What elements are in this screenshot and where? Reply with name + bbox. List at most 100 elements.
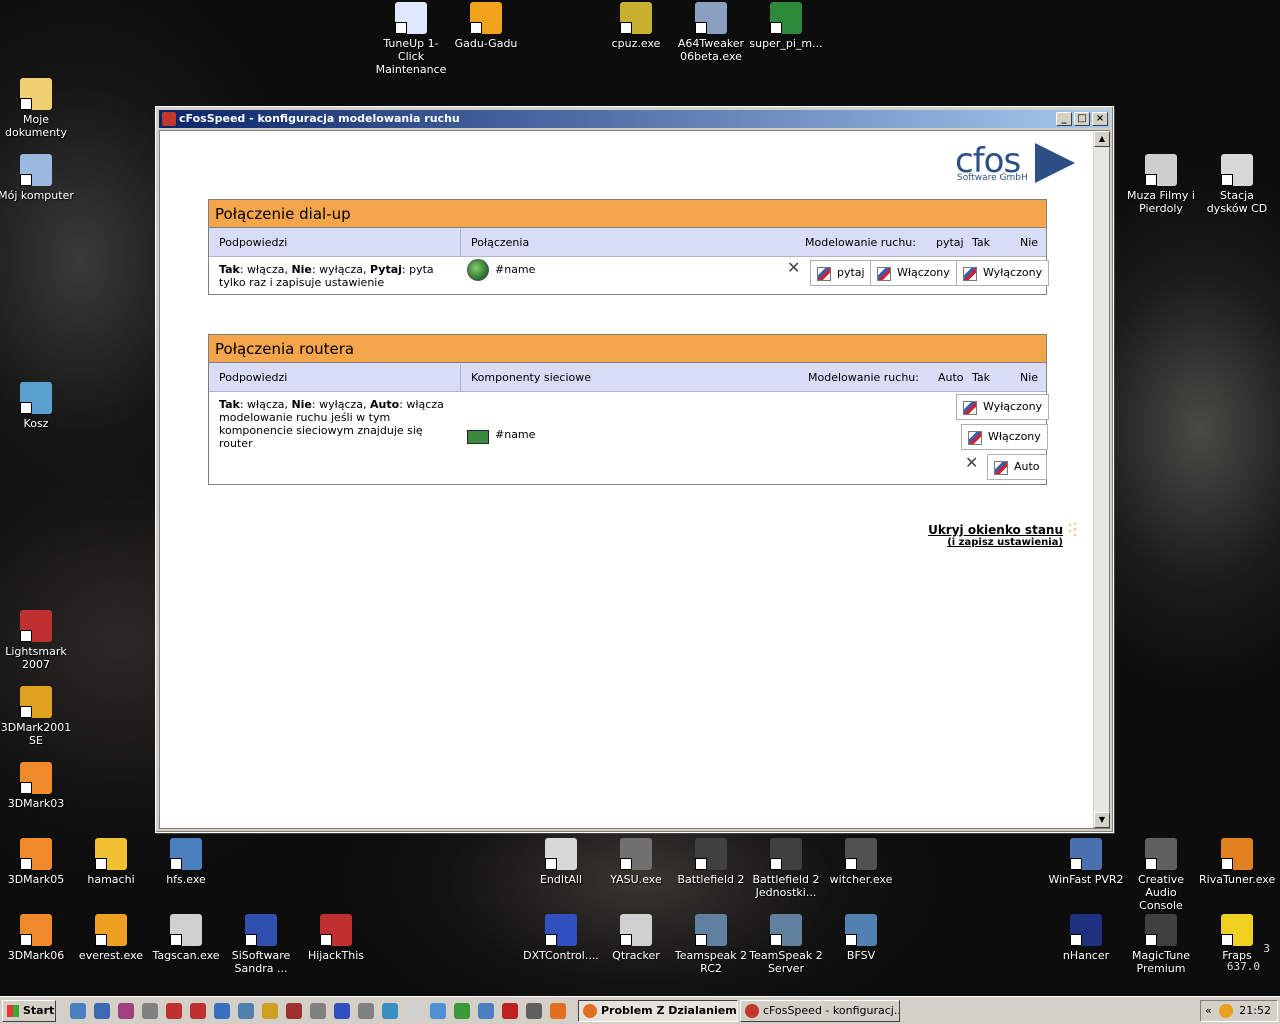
dialup-connection-name: #name [495,263,536,276]
quick-launch-icon[interactable] [190,1003,206,1019]
desktop-icon-label: hfs.exe [166,873,206,886]
desktop-icon-label: BFSV [846,949,876,962]
quick-launch-icon[interactable] [94,1003,110,1019]
computer-icon [20,154,52,186]
settings-tool-icon[interactable]: ✕ [787,259,805,277]
quick-launch-icon[interactable] [214,1003,230,1019]
quick-launch-icon[interactable] [454,1003,470,1019]
quick-launch-icon[interactable] [142,1003,158,1019]
desktop-icon[interactable]: Mój komputer [0,154,74,202]
desktop-icon-label: Muza Filmy i Pierdoly [1127,189,1195,215]
desktop-icon[interactable]: HijackThis [298,914,374,962]
desktop-icon-label: everest.exe [78,949,144,962]
desktop-icon[interactable]: Moje dokumenty [0,78,74,139]
quick-launch-icon[interactable] [262,1003,278,1019]
quick-launch-icon[interactable] [118,1003,134,1019]
quick-launch-icon[interactable] [310,1003,326,1019]
desktop-icon[interactable]: witcher.exe [823,838,899,886]
quick-launch-icon[interactable] [286,1003,302,1019]
hide-status-link[interactable]: Ukryj okienko stanu (i zapisz ustawienia… [928,523,1063,548]
futuremark-icon [20,762,52,794]
desktop-icon[interactable]: Lightsmark 2007 [0,610,74,671]
desktop-icon[interactable]: super_pi_m... [748,2,824,50]
desktop-icon[interactable]: Battlefield 2 Jednostki... [748,838,824,899]
quick-launch-icon[interactable] [334,1003,350,1019]
desktop-icon[interactable]: YASU.exe [598,838,674,886]
desktop-icon[interactable]: nHancer [1048,914,1124,962]
desktop-icon-label: Creative Audio Console [1137,873,1185,912]
quick-launch-icon[interactable] [358,1003,374,1019]
quick-launch-icon[interactable] [526,1003,542,1019]
desktop-icon[interactable]: Tagscan.exe [148,914,224,962]
router-panel-title: Połączenia routera [209,335,1046,363]
close-button[interactable]: × [1092,112,1108,126]
dialup-row: Tak: włącza, Nie: wyłącza, Pytaj: pyta t… [209,257,1050,294]
save-settings-link-text[interactable]: (i zapisz ustawienia) [928,537,1063,548]
quick-launch-icon[interactable] [550,1003,566,1019]
desktop-icon[interactable]: Battlefield 2 [673,838,749,886]
quick-launch-icon[interactable] [238,1003,254,1019]
desktop-icon-label: witcher.exe [829,873,893,886]
desktop-icon-label: 3DMark05 [7,873,65,886]
cfosspeed-window: cFosSpeed - konfiguracja modelowania ruc… [155,106,1114,833]
quick-launch-icon[interactable] [502,1003,518,1019]
router-on-button[interactable]: Włączony [961,424,1048,450]
hide-status-link-text[interactable]: Ukryj okienko stanu [928,523,1063,537]
start-button[interactable]: Start [2,1000,56,1022]
desktop-icon[interactable]: 3DMark2001 SE [0,686,74,747]
desktop-icon[interactable]: Teamspeak 2 RC2 [673,914,749,975]
maximize-button[interactable]: □ [1074,112,1090,126]
scroll-down-button[interactable]: ▼ [1094,812,1110,828]
desktop-icon[interactable]: TeamSpeak 2 Server [748,914,824,975]
taskbar-item-cfosspeed[interactable]: cFosSpeed - konfiguracj... [740,1000,900,1022]
components-header: Komponenty sieciowe [471,371,592,384]
dialup-ask-button[interactable]: pytaj [810,260,872,286]
desktop-icon[interactable]: DXTControl.... [523,914,599,962]
quick-launch-icon[interactable] [478,1003,494,1019]
desktop-icon[interactable]: 3DMark03 [0,762,74,810]
desktop-icon[interactable]: 3DMark05 [0,838,74,886]
desktop-icon[interactable]: BFSV [823,914,899,962]
router-off-button[interactable]: Wyłączony [956,394,1050,420]
desktop-icon[interactable]: A64Tweaker 06beta.exe [673,2,749,63]
desktop-icon[interactable]: EndItAll [523,838,599,886]
desktop-icon-label: Lightsmark 2007 [5,645,67,671]
desktop-icon[interactable]: 3DMark06 [0,914,74,962]
desktop-icon-label: Qtracker [612,949,660,962]
desktop-icon[interactable]: RivaTuner.exe [1199,838,1275,886]
windows-flag-icon [7,1005,19,1017]
scroll-up-button[interactable]: ▲ [1094,131,1110,147]
desktop-icon[interactable]: TuneUp 1-Click Maintenance [373,2,449,76]
tray-expand-button[interactable]: « [1205,1001,1212,1021]
dialup-off-button[interactable]: Wyłączony [956,260,1050,286]
quick-launch-icon[interactable] [70,1003,86,1019]
desktop-icon[interactable]: WinFast PVR2 [1048,838,1124,886]
desktop-icon-label: Moje dokumenty [5,113,67,139]
vertical-scrollbar[interactable]: ▲ ▼ [1093,131,1110,828]
title-bar[interactable]: cFosSpeed - konfiguracja modelowania ruc… [159,110,1110,128]
desktop-icon[interactable]: hfs.exe [148,838,224,886]
desktop-icon-label: YASU.exe [610,873,662,886]
quick-launch-icon[interactable] [406,1003,422,1019]
quick-launch-icon[interactable] [382,1003,398,1019]
router-auto-button[interactable]: Auto [987,454,1047,480]
desktop-icon[interactable]: Creative Audio Console [1123,838,1199,912]
desktop-icon[interactable]: hamachi [73,838,149,886]
desktop-icon[interactable]: everest.exe [73,914,149,962]
desktop-icon[interactable]: Gadu-Gadu [448,2,524,50]
desktop-icon-label: SiSoftware Sandra ... [231,949,291,975]
quick-launch-icon[interactable] [166,1003,182,1019]
desktop-icon[interactable]: Kosz [0,382,74,430]
desktop-icon[interactable]: cpuz.exe [598,2,674,50]
desktop-icon[interactable]: Qtracker [598,914,674,962]
cfos-logo: cfos Software GmbH [955,141,1075,185]
settings-tool-icon[interactable]: ✕ [965,454,983,472]
desktop-icon[interactable]: Stacja dysków CD [1199,154,1275,215]
tray-cfos-icon[interactable] [1219,1004,1233,1018]
dialup-on-button[interactable]: Włączony [870,260,957,286]
desktop-icon[interactable]: Muza Filmy i Pierdoly [1123,154,1199,215]
quick-launch-icon[interactable] [430,1003,446,1019]
desktop-icon[interactable]: SiSoftware Sandra ... [223,914,299,975]
minimize-button[interactable]: _ [1056,112,1072,126]
taskbar-item-problem[interactable]: Problem Z Dzialaniem... [578,1000,738,1022]
